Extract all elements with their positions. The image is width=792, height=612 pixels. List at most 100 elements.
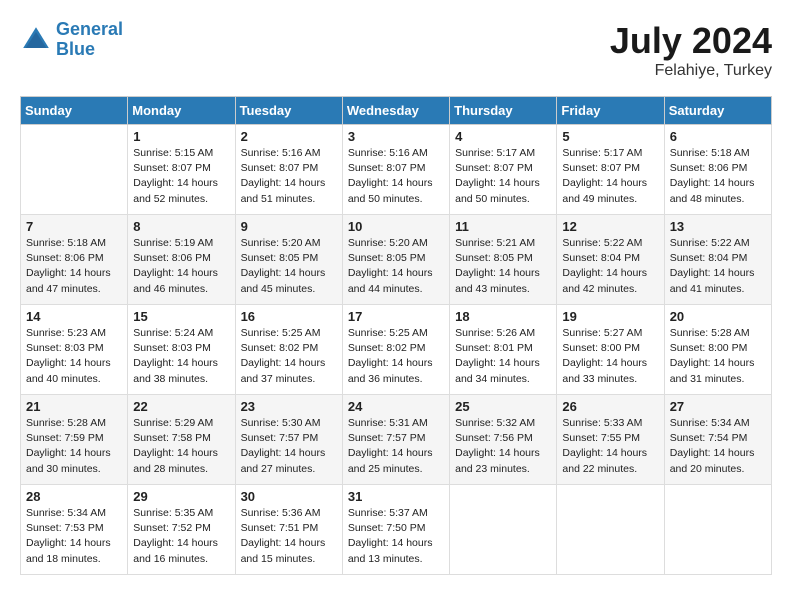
calendar-header: SundayMondayTuesdayWednesdayThursdayFrid… bbox=[21, 97, 772, 125]
day-number: 11 bbox=[455, 219, 551, 234]
day-number: 24 bbox=[348, 399, 444, 414]
calendar-cell: 9 Sunrise: 5:20 AMSunset: 8:05 PMDaylight… bbox=[235, 215, 342, 305]
day-number: 10 bbox=[348, 219, 444, 234]
logo-icon bbox=[20, 24, 52, 56]
day-number: 6 bbox=[670, 129, 766, 144]
day-number: 31 bbox=[348, 489, 444, 504]
header-day-friday: Friday bbox=[557, 97, 664, 125]
calendar-table: SundayMondayTuesdayWednesdayThursdayFrid… bbox=[20, 96, 772, 575]
calendar-cell: 5 Sunrise: 5:17 AMSunset: 8:07 PMDaylight… bbox=[557, 125, 664, 215]
day-info: Sunrise: 5:25 AMSunset: 8:02 PMDaylight:… bbox=[241, 326, 337, 387]
day-number: 20 bbox=[670, 309, 766, 324]
day-info: Sunrise: 5:24 AMSunset: 8:03 PMDaylight:… bbox=[133, 326, 229, 387]
day-info: Sunrise: 5:18 AMSunset: 8:06 PMDaylight:… bbox=[670, 146, 766, 207]
day-number: 2 bbox=[241, 129, 337, 144]
day-info: Sunrise: 5:28 AMSunset: 7:59 PMDaylight:… bbox=[26, 416, 122, 477]
header-day-thursday: Thursday bbox=[450, 97, 557, 125]
day-info: Sunrise: 5:21 AMSunset: 8:05 PMDaylight:… bbox=[455, 236, 551, 297]
header-day-monday: Monday bbox=[128, 97, 235, 125]
day-number: 8 bbox=[133, 219, 229, 234]
day-info: Sunrise: 5:31 AMSunset: 7:57 PMDaylight:… bbox=[348, 416, 444, 477]
day-number: 14 bbox=[26, 309, 122, 324]
day-info: Sunrise: 5:16 AMSunset: 8:07 PMDaylight:… bbox=[241, 146, 337, 207]
day-number: 12 bbox=[562, 219, 658, 234]
logo-general: General bbox=[56, 19, 123, 39]
day-number: 27 bbox=[670, 399, 766, 414]
calendar-cell: 18Sunrise: 5:26 AMSunset: 8:01 PMDayligh… bbox=[450, 305, 557, 395]
month-title: July 2024 bbox=[610, 20, 772, 62]
day-number: 15 bbox=[133, 309, 229, 324]
day-info: Sunrise: 5:32 AMSunset: 7:56 PMDaylight:… bbox=[455, 416, 551, 477]
day-number: 5 bbox=[562, 129, 658, 144]
logo-text: General Blue bbox=[56, 20, 123, 60]
day-number: 22 bbox=[133, 399, 229, 414]
location-title: Felahiye, Turkey bbox=[610, 62, 772, 80]
day-info: Sunrise: 5:30 AMSunset: 7:57 PMDaylight:… bbox=[241, 416, 337, 477]
day-number: 29 bbox=[133, 489, 229, 504]
day-info: Sunrise: 5:19 AMSunset: 8:06 PMDaylight:… bbox=[133, 236, 229, 297]
day-info: Sunrise: 5:15 AMSunset: 8:07 PMDaylight:… bbox=[133, 146, 229, 207]
calendar-cell: 27 Sunrise: 5:34 AMSunset: 7:54 PMDayligh… bbox=[664, 395, 771, 485]
day-info: Sunrise: 5:17 AMSunset: 8:07 PMDaylight:… bbox=[455, 146, 551, 207]
day-info: Sunrise: 5:34 AMSunset: 7:53 PMDaylight:… bbox=[26, 506, 122, 567]
calendar-cell: 19Sunrise: 5:27 AMSunset: 8:00 PMDayligh… bbox=[557, 305, 664, 395]
week-row-5: 28 Sunrise: 5:34 AMSunset: 7:53 PMDayligh… bbox=[21, 485, 772, 575]
calendar-cell: 3Sunrise: 5:16 AMSunset: 8:07 PMDaylight… bbox=[342, 125, 449, 215]
day-info: Sunrise: 5:22 AMSunset: 8:04 PMDaylight:… bbox=[562, 236, 658, 297]
day-info: Sunrise: 5:34 AMSunset: 7:54 PMDaylight:… bbox=[670, 416, 766, 477]
day-number: 1 bbox=[133, 129, 229, 144]
title-block: July 2024 Felahiye, Turkey bbox=[610, 20, 772, 80]
header-day-wednesday: Wednesday bbox=[342, 97, 449, 125]
day-info: Sunrise: 5:17 AMSunset: 8:07 PMDaylight:… bbox=[562, 146, 658, 207]
day-info: Sunrise: 5:18 AMSunset: 8:06 PMDaylight:… bbox=[26, 236, 122, 297]
day-number: 3 bbox=[348, 129, 444, 144]
day-info: Sunrise: 5:35 AMSunset: 7:52 PMDaylight:… bbox=[133, 506, 229, 567]
day-info: Sunrise: 5:26 AMSunset: 8:01 PMDaylight:… bbox=[455, 326, 551, 387]
calendar-cell: 20 Sunrise: 5:28 AMSunset: 8:00 PMDayligh… bbox=[664, 305, 771, 395]
day-number: 28 bbox=[26, 489, 122, 504]
calendar-cell: 25 Sunrise: 5:32 AMSunset: 7:56 PMDayligh… bbox=[450, 395, 557, 485]
day-number: 30 bbox=[241, 489, 337, 504]
day-number: 16 bbox=[241, 309, 337, 324]
day-number: 9 bbox=[241, 219, 337, 234]
day-number: 19 bbox=[562, 309, 658, 324]
calendar-cell: 8 Sunrise: 5:19 AMSunset: 8:06 PMDaylight… bbox=[128, 215, 235, 305]
calendar-cell bbox=[557, 485, 664, 575]
header-day-sunday: Sunday bbox=[21, 97, 128, 125]
day-number: 25 bbox=[455, 399, 551, 414]
day-number: 4 bbox=[455, 129, 551, 144]
day-info: Sunrise: 5:23 AMSunset: 8:03 PMDaylight:… bbox=[26, 326, 122, 387]
page-header: General Blue July 2024 Felahiye, Turkey bbox=[20, 20, 772, 80]
calendar-cell: 14 Sunrise: 5:23 AMSunset: 8:03 PMDayligh… bbox=[21, 305, 128, 395]
header-day-tuesday: Tuesday bbox=[235, 97, 342, 125]
day-info: Sunrise: 5:20 AMSunset: 8:05 PMDaylight:… bbox=[348, 236, 444, 297]
calendar-cell: 22 Sunrise: 5:29 AMSunset: 7:58 PMDayligh… bbox=[128, 395, 235, 485]
day-info: Sunrise: 5:29 AMSunset: 7:58 PMDaylight:… bbox=[133, 416, 229, 477]
calendar-cell: 30Sunrise: 5:36 AMSunset: 7:51 PMDayligh… bbox=[235, 485, 342, 575]
calendar-cell: 6 Sunrise: 5:18 AMSunset: 8:06 PMDaylight… bbox=[664, 125, 771, 215]
calendar-cell: 28 Sunrise: 5:34 AMSunset: 7:53 PMDayligh… bbox=[21, 485, 128, 575]
calendar-cell: 16 Sunrise: 5:25 AMSunset: 8:02 PMDayligh… bbox=[235, 305, 342, 395]
day-number: 17 bbox=[348, 309, 444, 324]
calendar-cell: 11 Sunrise: 5:21 AMSunset: 8:05 PMDayligh… bbox=[450, 215, 557, 305]
calendar-cell bbox=[664, 485, 771, 575]
calendar-cell: 21Sunrise: 5:28 AMSunset: 7:59 PMDayligh… bbox=[21, 395, 128, 485]
week-row-1: 1 Sunrise: 5:15 AMSunset: 8:07 PMDaylight… bbox=[21, 125, 772, 215]
calendar-cell: 29 Sunrise: 5:35 AMSunset: 7:52 PMDayligh… bbox=[128, 485, 235, 575]
calendar-cell: 17 Sunrise: 5:25 AMSunset: 8:02 PMDayligh… bbox=[342, 305, 449, 395]
day-info: Sunrise: 5:28 AMSunset: 8:00 PMDaylight:… bbox=[670, 326, 766, 387]
calendar-cell bbox=[450, 485, 557, 575]
day-info: Sunrise: 5:37 AMSunset: 7:50 PMDaylight:… bbox=[348, 506, 444, 567]
day-number: 7 bbox=[26, 219, 122, 234]
day-info: Sunrise: 5:33 AMSunset: 7:55 PMDaylight:… bbox=[562, 416, 658, 477]
calendar-cell: 23Sunrise: 5:30 AMSunset: 7:57 PMDayligh… bbox=[235, 395, 342, 485]
calendar-cell: 1 Sunrise: 5:15 AMSunset: 8:07 PMDaylight… bbox=[128, 125, 235, 215]
calendar-cell: 12 Sunrise: 5:22 AMSunset: 8:04 PMDayligh… bbox=[557, 215, 664, 305]
day-info: Sunrise: 5:20 AMSunset: 8:05 PMDaylight:… bbox=[241, 236, 337, 297]
day-info: Sunrise: 5:25 AMSunset: 8:02 PMDaylight:… bbox=[348, 326, 444, 387]
week-row-4: 21Sunrise: 5:28 AMSunset: 7:59 PMDayligh… bbox=[21, 395, 772, 485]
logo: General Blue bbox=[20, 20, 123, 60]
calendar-cell: 26Sunrise: 5:33 AMSunset: 7:55 PMDayligh… bbox=[557, 395, 664, 485]
week-row-3: 14 Sunrise: 5:23 AMSunset: 8:03 PMDayligh… bbox=[21, 305, 772, 395]
calendar-cell: 10 Sunrise: 5:20 AMSunset: 8:05 PMDayligh… bbox=[342, 215, 449, 305]
